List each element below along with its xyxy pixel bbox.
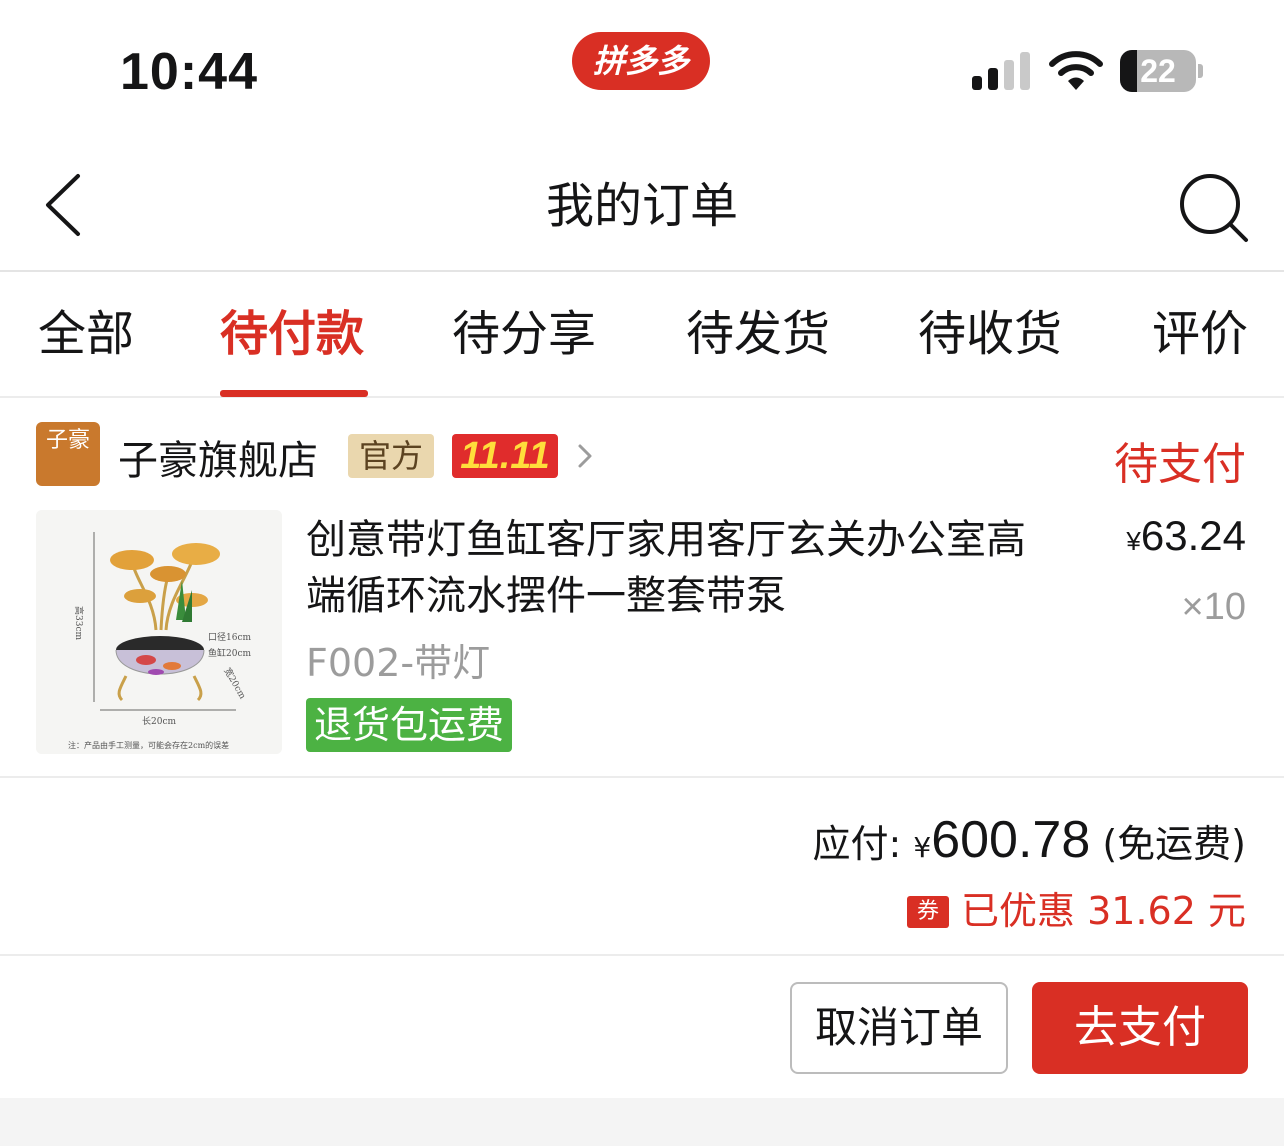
tab-all[interactable]: 全部 [38,272,134,396]
product-image[interactable]: 口径16cm 鱼缸20cm 长20cm 高33cm 宽20cm 注：产品由手工测… [36,510,282,754]
order-actions: 取消订单 去支付 [0,958,1284,1098]
chevron-left-icon[interactable] [36,170,96,240]
unit-price: ¥63.24 [1126,512,1246,560]
official-badge: 官方 [348,434,434,478]
cancel-order-button[interactable]: 取消订单 [790,982,1008,1074]
wifi-icon [1049,51,1103,90]
quantity: ×10 [1181,586,1246,628]
product-illustration: 口径16cm 鱼缸20cm 长20cm 高33cm 宽20cm 注：产品由手工测… [36,510,282,754]
tab-pending-share[interactable]: 待分享 [452,272,596,396]
image-label-caliber: 口径16cm [208,631,251,643]
payable-label: 应付: [812,822,902,866]
battery-icon: 22 [1120,50,1196,92]
tab-pending-payment[interactable]: 待付款 [220,272,364,396]
order-status: 待支付 [1114,439,1246,490]
discount-info: 券已优惠 31.62 元 [907,880,1246,935]
product-item[interactable]: 口径16cm 鱼缸20cm 长20cm 高33cm 宽20cm 注：产品由手工测… [0,510,1284,778]
app-badge: 拼多多 [572,32,710,90]
tab-review[interactable]: 评价 [1152,272,1248,396]
order-total: 应付: ¥600.78 (免运费) 券已优惠 31.62 元 [0,780,1284,956]
active-tab-indicator [220,390,368,397]
image-label-note: 注：产品由手工测量，可能会存在2cm的误差 [68,740,229,750]
search-icon[interactable] [1176,170,1252,246]
image-label-tank: 鱼缸20cm [208,647,251,659]
promo-badge: 11.11 [452,434,558,478]
battery-cap [1198,64,1203,78]
order-tabs: 全部 待付款 待分享 待发货 待收货 评价 [0,272,1284,398]
pay-button[interactable]: 去支付 [1032,982,1248,1074]
return-shipping-badge: 退货包运费 [306,698,513,752]
image-label-height: 高33cm [73,606,85,640]
status-bar: 10:44 拼多多 22 [0,0,1284,140]
unit-price-value: 63.24 [1140,512,1246,559]
status-time: 10:44 [120,43,258,101]
store-logo: 子豪 [36,422,100,486]
store-header[interactable]: 子豪 子豪旗舰店 官方 11.11 待支付 [0,400,1284,510]
product-title[interactable]: 创意带灯鱼缸客厅家用客厅玄关办公室高端循环流水摆件一整套带泵 [306,512,1046,624]
coupon-icon: 券 [907,896,950,928]
cellular-signal-icon [972,52,1032,90]
chevron-right-icon[interactable] [574,438,598,474]
tab-pending-receipt[interactable]: 待收货 [918,272,1062,396]
list-separator [0,1098,1284,1146]
page-title: 我的订单 [545,178,738,234]
battery-level: 22 [1140,53,1176,89]
currency-symbol: ¥ [913,831,932,864]
nav-bar: 我的订单 [0,140,1284,272]
payable-amount: 应付: ¥600.78 (免运费) [812,810,1246,870]
payable-value: 600.78 [931,811,1091,869]
tab-pending-shipment[interactable]: 待发货 [686,272,830,396]
shipping-note: (免运费) [1102,822,1246,866]
product-spec: F002-带灯 [306,641,491,685]
currency-symbol: ¥ [1126,526,1141,556]
store-name[interactable]: 子豪旗舰店 [118,428,318,486]
image-label-length: 长20cm [142,715,176,727]
discount-text: 已优惠 31.62 元 [961,889,1246,933]
